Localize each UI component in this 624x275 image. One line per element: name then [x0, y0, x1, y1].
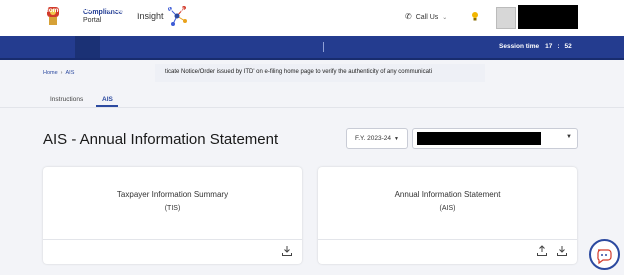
- chevron-right-icon: ›: [60, 70, 63, 76]
- nav-item-reports[interactable]: Reports: [222, 7, 247, 14]
- card-subtitle: (TIS): [164, 205, 181, 212]
- session-colon: :: [557, 43, 560, 50]
- breadcrumb-home[interactable]: Home: [43, 70, 58, 76]
- card-subtitle: (AIS): [439, 205, 456, 212]
- ais-card[interactable]: Annual Information Statement (AIS): [318, 167, 577, 264]
- download-icon[interactable]: [281, 245, 293, 257]
- nav-item-label: e-Verification: [163, 7, 204, 14]
- financial-year-value: F.Y. 2023-24: [355, 135, 392, 142]
- taxpayer-select[interactable]: ▼: [412, 128, 578, 149]
- brand-line2: Portal: [83, 17, 102, 24]
- session-seconds: 52: [564, 43, 572, 50]
- chevron-down-icon: ▼: [394, 136, 399, 142]
- chatbot-button[interactable]: [589, 239, 620, 270]
- chevron-down-icon: ▾: [205, 8, 209, 14]
- chat-bubble-icon: [597, 249, 612, 265]
- nav-item-resources[interactable]: Resources: [332, 7, 365, 14]
- avatar[interactable]: [496, 7, 516, 29]
- nav-item-help[interactable]: Help: [424, 7, 438, 14]
- nav-item-e-campaign[interactable]: e-Campaign: [108, 7, 145, 14]
- call-us-label: Call Us: [415, 14, 439, 21]
- nav-divider: [323, 42, 324, 52]
- nav-item-ais[interactable]: AIS: [81, 7, 92, 14]
- tab-ais[interactable]: AIS: [102, 96, 113, 103]
- card-title: Annual Information Statement: [394, 190, 501, 199]
- tis-card[interactable]: Taxpayer Information Summary (TIS): [43, 167, 302, 264]
- tab-divider: [0, 107, 624, 108]
- nav-item-e-verification[interactable]: e-Verification ▾: [163, 7, 208, 14]
- lightbulb-icon[interactable]: [471, 11, 479, 21]
- breadcrumb: Home › AIS: [43, 70, 74, 76]
- page-title: AIS - Annual Information Statement: [43, 131, 279, 148]
- session-timer: Session time 17:52: [499, 43, 572, 50]
- nav-active-indicator: [75, 36, 100, 58]
- nav-item-activity-history[interactable]: Activity History ▾: [264, 7, 316, 14]
- tab-instructions[interactable]: Instructions: [50, 96, 83, 103]
- redacted-user-name: [518, 5, 578, 29]
- download-icon[interactable]: [556, 245, 568, 257]
- nav-item-label: Activity History: [264, 7, 312, 14]
- session-label: Session time: [499, 43, 540, 50]
- breadcrumb-ais[interactable]: AIS: [66, 70, 75, 76]
- ticker-text: ticate Notice/Order issued by ITD' on e-…: [165, 69, 432, 75]
- news-ticker: ticate Notice/Order issued by ITD' on e-…: [155, 64, 485, 82]
- session-minutes: 17: [545, 43, 553, 50]
- redacted-taxpayer-name: [417, 132, 541, 145]
- card-title: Taxpayer Information Summary: [116, 190, 229, 199]
- financial-year-select[interactable]: F.Y. 2023-24 ▼: [346, 128, 408, 149]
- nav-item-home[interactable]: Home: [44, 7, 62, 14]
- chevron-down-icon: ▼: [566, 134, 572, 140]
- chevron-down-icon: ▾: [313, 8, 317, 14]
- chevron-down-icon: ⌄: [442, 15, 448, 21]
- card-divider: [318, 239, 577, 240]
- upload-icon[interactable]: [536, 245, 548, 257]
- nav-item-rate-us[interactable]: Rate Us: [382, 7, 406, 14]
- card-divider: [43, 239, 302, 240]
